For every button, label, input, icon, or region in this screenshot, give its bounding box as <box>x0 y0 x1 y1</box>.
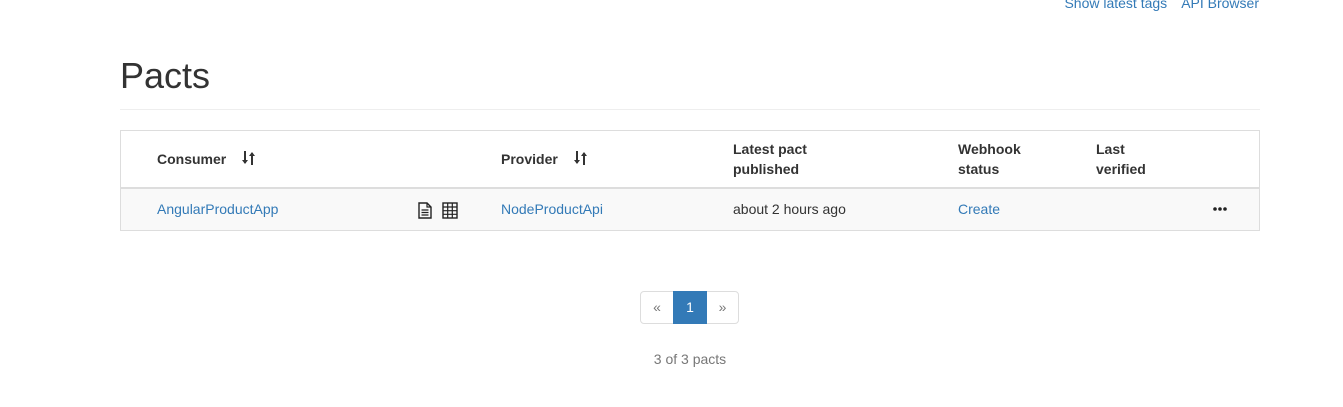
api-browser-link[interactable]: API Browser <box>1181 0 1259 11</box>
header-consumer[interactable]: Consumer <box>157 149 256 169</box>
webhook-status-cell: Create <box>958 189 1000 230</box>
document-icon[interactable] <box>417 202 433 219</box>
pact-count-text: 3 of 3 pacts <box>653 351 727 367</box>
provider-cell: NodeProductApi <box>501 189 603 230</box>
header-webhook-status: Webhook status <box>958 141 1021 177</box>
page-title: Pacts <box>120 55 211 96</box>
header-last-verified: Last verified <box>1096 141 1146 177</box>
ellipsis-icon[interactable] <box>1213 207 1227 211</box>
page-1-button[interactable]: 1 <box>673 291 707 324</box>
matrix-grid-icon[interactable] <box>442 202 458 219</box>
latest-pact-published-cell: about 2 hours ago <box>733 201 846 217</box>
pagination: « 1 » <box>640 291 739 324</box>
next-page-button[interactable]: » <box>706 291 739 324</box>
title-divider <box>120 109 1260 110</box>
table-header: Consumer Provider Latest pact published <box>121 131 1259 189</box>
header-latest-pact-published: Latest pact published <box>733 141 807 177</box>
provider-link[interactable]: NodeProductApi <box>501 201 603 217</box>
top-nav: Show latest tags API Browser <box>1064 0 1259 11</box>
sort-arrows-icon[interactable] <box>242 150 256 166</box>
header-provider-label: Provider <box>501 151 558 167</box>
sort-arrows-icon[interactable] <box>573 150 588 166</box>
create-webhook-link[interactable]: Create <box>958 201 1000 217</box>
consumer-cell: AngularProductApp <box>157 189 278 230</box>
consumer-link[interactable]: AngularProductApp <box>157 201 278 217</box>
header-consumer-label: Consumer <box>157 151 227 167</box>
pacts-table: Consumer Provider Latest pact published <box>120 130 1260 231</box>
show-latest-tags-link[interactable]: Show latest tags <box>1064 0 1167 11</box>
table-row: AngularProductApp NodeProductApi about 2… <box>121 189 1259 230</box>
header-provider[interactable]: Provider <box>501 149 588 169</box>
page: Show latest tags API Browser Pacts Consu… <box>0 0 1343 407</box>
previous-page-button[interactable]: « <box>640 291 674 324</box>
